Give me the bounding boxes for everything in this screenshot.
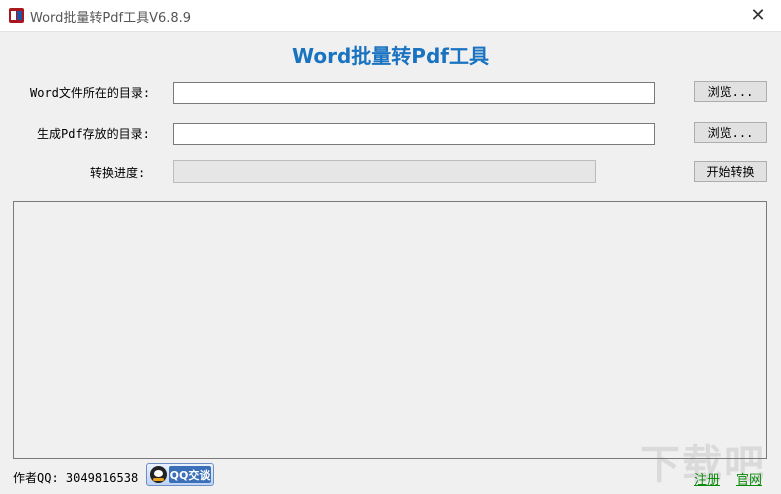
output-dir-label: 生成Pdf存放的目录: — [37, 127, 150, 141]
conversion-progress-bar — [173, 160, 596, 183]
log-output-area[interactable] — [13, 201, 767, 459]
close-button[interactable]: ✕ — [735, 0, 781, 31]
page-title: Word批量转Pdf工具 — [292, 44, 489, 68]
author-qq: 作者QQ: 3049816538 — [13, 469, 138, 486]
website-link[interactable]: 官网 — [736, 469, 762, 488]
window-title: Word批量转Pdf工具V6.8.9 — [30, 11, 192, 26]
qq-chat-label: QQ交谈 — [169, 466, 211, 483]
start-convert-button[interactable]: 开始转换 — [694, 161, 767, 182]
author-qq-label: 作者QQ: — [13, 471, 59, 485]
output-dir-input[interactable] — [173, 123, 655, 145]
progress-label: 转换进度: — [90, 166, 146, 180]
source-dir-input[interactable] — [173, 82, 655, 104]
author-qq-number: 3049816538 — [65, 471, 139, 485]
source-browse-button[interactable]: 浏览... — [694, 81, 767, 102]
output-browse-button[interactable]: 浏览... — [694, 122, 767, 143]
source-dir-label: Word文件所在的目录: — [30, 86, 151, 100]
title-bar: Word批量转Pdf工具V6.8.9 ✕ — [0, 0, 781, 32]
qq-chat-button[interactable]: QQ交谈 — [146, 463, 214, 486]
app-icon — [9, 8, 24, 23]
register-link[interactable]: 注册 — [694, 469, 720, 488]
qq-penguin-icon — [150, 466, 167, 483]
